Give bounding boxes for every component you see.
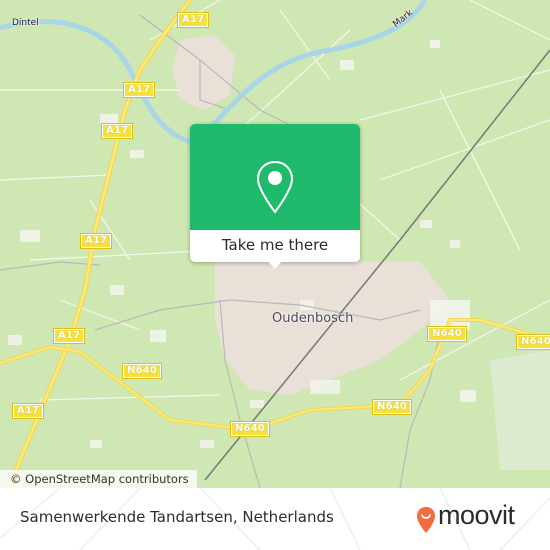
road-shield-a17: A17	[122, 82, 156, 98]
road-shield-n640: N640	[121, 363, 163, 379]
place-label-oudenbosch: Oudenbosch	[272, 311, 354, 326]
map-view[interactable]: Dintel Mark A17 A17 A17 A17 A17 A17 N640…	[0, 0, 550, 488]
popup-header	[190, 124, 360, 230]
river-label-dintel: Dintel	[12, 18, 39, 28]
road-shield-n640: N640	[426, 326, 468, 342]
take-me-there-button[interactable]: Take me there	[190, 230, 360, 262]
road-shield-a17: A17	[11, 403, 45, 419]
moovit-wordmark: moovit	[438, 500, 515, 530]
road-shield-a17: A17	[100, 123, 134, 139]
map-attribution[interactable]: © OpenStreetMap contributors	[0, 470, 197, 488]
popup-pointer	[267, 260, 283, 269]
road-shield-n640: N640	[371, 399, 413, 415]
urban-area-east	[490, 350, 550, 470]
road-shield-a17: A17	[52, 328, 86, 344]
location-popup: Take me there	[190, 124, 360, 269]
map-pin-icon	[256, 160, 294, 214]
road-shield-a17: A17	[176, 12, 210, 28]
location-title: Samenwerkende Tandartsen, Netherlands	[20, 508, 334, 526]
river-dintel	[0, 18, 201, 148]
road-shield-n640: N640	[229, 421, 271, 437]
footer-bar: Samenwerkende Tandartsen, Netherlands mo…	[0, 488, 550, 550]
road-shield-a17: A17	[79, 233, 113, 249]
road-shield-n640: N640	[515, 334, 550, 350]
moovit-pin-icon	[417, 507, 435, 533]
